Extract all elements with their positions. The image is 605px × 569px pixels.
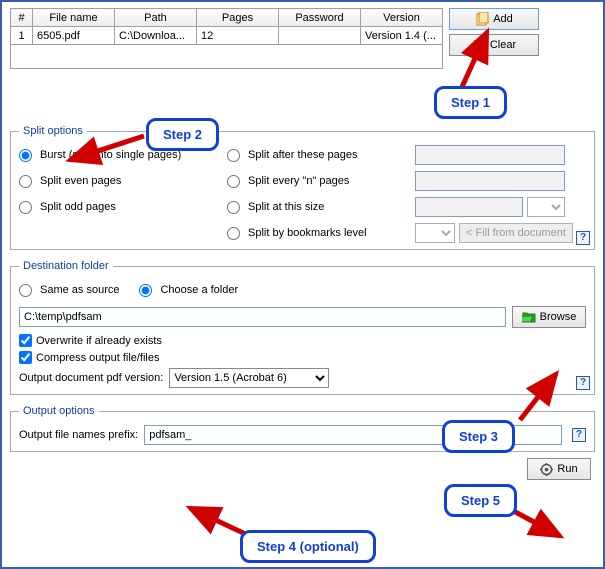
destination-path-input[interactable] bbox=[19, 307, 506, 327]
after-pages-input[interactable] bbox=[415, 145, 565, 165]
bookmark-level-select[interactable] bbox=[415, 223, 455, 243]
radio-even-label: Split even pages bbox=[40, 175, 121, 187]
radio-burst[interactable]: Burst (split into single pages) bbox=[19, 145, 219, 165]
run-button[interactable]: Run bbox=[527, 458, 591, 480]
radio-every-n-label: Split every "n" pages bbox=[248, 175, 349, 187]
run-button-label: Run bbox=[557, 463, 577, 475]
table-row[interactable]: 1 6505.pdf C:\Downloa... 12 Version 1.4 … bbox=[11, 27, 443, 45]
split-options-group: Split options Burst (split into single p… bbox=[10, 125, 595, 250]
radio-same-source-input[interactable] bbox=[19, 284, 32, 297]
col-pages[interactable]: Pages bbox=[197, 9, 279, 27]
compress-label: Compress output file/files bbox=[36, 352, 160, 364]
clear-button-label: Clear bbox=[490, 39, 516, 51]
help-icon[interactable]: ? bbox=[576, 231, 590, 245]
radio-after-label: Split after these pages bbox=[248, 149, 357, 161]
radio-after-input[interactable] bbox=[227, 149, 240, 162]
arrow-step4 bbox=[182, 502, 262, 542]
radio-even-input[interactable] bbox=[19, 175, 32, 188]
radio-bookmarks-label: Split by bookmarks level bbox=[248, 227, 367, 239]
col-filename[interactable]: File name bbox=[33, 9, 115, 27]
add-button[interactable]: Add bbox=[449, 8, 539, 30]
radio-odd-input[interactable] bbox=[19, 201, 32, 214]
radio-size-input[interactable] bbox=[227, 201, 240, 214]
add-button-label: Add bbox=[493, 13, 513, 25]
radio-odd[interactable]: Split odd pages bbox=[19, 197, 219, 217]
file-table-area: # File name Path Pages Password Version … bbox=[10, 8, 595, 69]
size-unit-select[interactable] bbox=[527, 197, 565, 217]
help-icon[interactable]: ? bbox=[576, 376, 590, 390]
step-4-callout: Step 4 (optional) bbox=[240, 530, 376, 563]
radio-even[interactable]: Split even pages bbox=[19, 171, 219, 191]
radio-after[interactable]: Split after these pages bbox=[227, 145, 407, 165]
pdf-version-select[interactable]: Version 1.5 (Acrobat 6) bbox=[169, 368, 329, 388]
radio-choose-folder-label: Choose a folder bbox=[160, 284, 238, 296]
cell-filename: 6505.pdf bbox=[33, 27, 115, 45]
radio-bookmarks-input[interactable] bbox=[227, 227, 240, 240]
col-version[interactable]: Version bbox=[361, 9, 443, 27]
radio-odd-label: Split odd pages bbox=[40, 201, 116, 213]
overwrite-label: Overwrite if already exists bbox=[36, 335, 162, 347]
compress-checkbox[interactable] bbox=[19, 351, 32, 364]
file-table[interactable]: # File name Path Pages Password Version … bbox=[10, 8, 443, 69]
gear-icon bbox=[540, 463, 553, 476]
radio-same-source-label: Same as source bbox=[40, 284, 119, 296]
size-input[interactable] bbox=[415, 197, 523, 217]
radio-every-n-input[interactable] bbox=[227, 175, 240, 188]
radio-size-label: Split at this size bbox=[248, 201, 324, 213]
prefix-input[interactable] bbox=[144, 425, 562, 445]
pdf-version-label: Output document pdf version: bbox=[19, 372, 163, 384]
browse-button[interactable]: Browse bbox=[512, 306, 586, 328]
overwrite-checkbox[interactable] bbox=[19, 334, 32, 347]
radio-same-source[interactable]: Same as source bbox=[19, 280, 119, 300]
radio-burst-input[interactable] bbox=[19, 149, 32, 162]
help-icon[interactable]: ? bbox=[572, 428, 586, 442]
every-n-input[interactable] bbox=[415, 171, 565, 191]
cell-num: 1 bbox=[11, 27, 33, 45]
step-5-callout: Step 5 bbox=[444, 484, 517, 517]
fill-from-document-button[interactable]: < Fill from document bbox=[459, 223, 573, 243]
clear-button[interactable]: Clear bbox=[449, 34, 539, 56]
output-options-legend: Output options bbox=[19, 405, 99, 417]
destination-folder-legend: Destination folder bbox=[19, 260, 113, 272]
cell-pages: 12 bbox=[197, 27, 279, 45]
browse-button-label: Browse bbox=[540, 311, 577, 323]
prefix-label: Output file names prefix: bbox=[19, 429, 138, 441]
cell-password bbox=[279, 27, 361, 45]
compress-checkbox-row[interactable]: Compress output file/files bbox=[19, 351, 586, 364]
cell-version: Version 1.4 (... bbox=[361, 27, 443, 45]
col-password[interactable]: Password bbox=[279, 9, 361, 27]
radio-size[interactable]: Split at this size bbox=[227, 197, 407, 217]
split-options-legend: Split options bbox=[19, 125, 87, 137]
radio-every-n[interactable]: Split every "n" pages bbox=[227, 171, 407, 191]
col-num[interactable]: # bbox=[11, 9, 33, 27]
destination-folder-group: Destination folder Same as source Choose… bbox=[10, 260, 595, 395]
folder-icon bbox=[522, 311, 536, 323]
table-row-empty bbox=[11, 45, 443, 69]
radio-choose-folder-input[interactable] bbox=[139, 284, 152, 297]
radio-burst-label: Burst (split into single pages) bbox=[40, 149, 181, 161]
radio-choose-folder[interactable]: Choose a folder bbox=[139, 280, 238, 300]
clear-icon bbox=[472, 38, 486, 52]
output-options-group: Output options Output file names prefix:… bbox=[10, 405, 595, 452]
radio-bookmarks[interactable]: Split by bookmarks level bbox=[227, 223, 407, 243]
add-file-icon bbox=[475, 12, 489, 26]
arrow-step5 bbox=[502, 502, 572, 544]
cell-path: C:\Downloa... bbox=[115, 27, 197, 45]
col-path[interactable]: Path bbox=[115, 9, 197, 27]
overwrite-checkbox-row[interactable]: Overwrite if already exists bbox=[19, 334, 586, 347]
